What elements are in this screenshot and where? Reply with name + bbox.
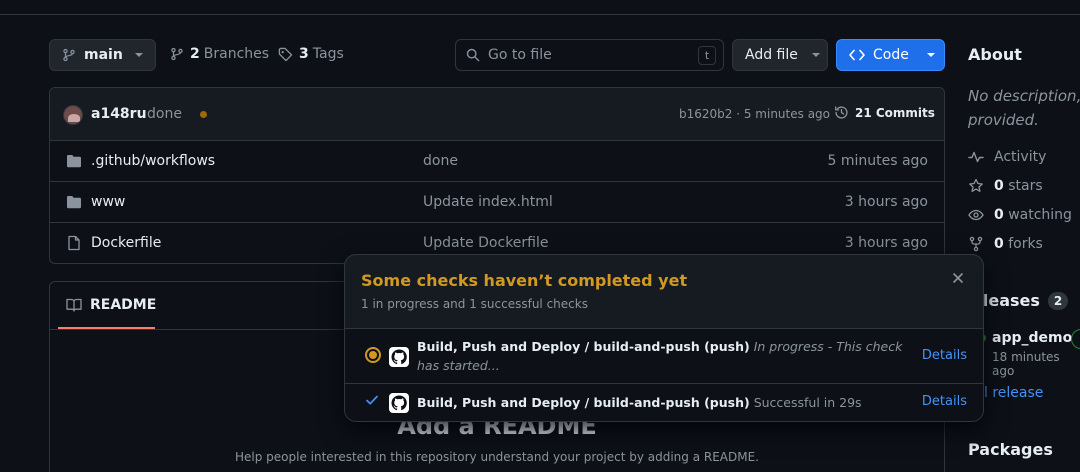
- branch-select-button[interactable]: main: [49, 39, 156, 71]
- activity-label: Activity: [994, 149, 1047, 165]
- keyboard-shortcut-hint: t: [698, 46, 716, 65]
- file-commit-message[interactable]: Update index.html: [423, 194, 553, 210]
- file-commit-message[interactable]: done: [423, 153, 458, 169]
- check-run-text: Build, Push and Deploy / build-and-push …: [417, 393, 907, 412]
- commit-hash-time[interactable]: b1620b2 · 5 minutes ago: [679, 107, 830, 121]
- add-readme-description: Help people interested in this repositor…: [234, 450, 759, 464]
- checks-popup-title: Some checks haven’t completed yet: [361, 271, 688, 290]
- latest-release-badge: [1071, 329, 1080, 349]
- folder-icon: [67, 196, 81, 209]
- go-to-file-search[interactable]: Go to file t: [455, 39, 724, 71]
- search-placeholder: Go to file: [488, 47, 552, 63]
- watching-link[interactable]: 0 watching: [968, 207, 1072, 223]
- file-commit-time: 3 hours ago: [844, 235, 928, 251]
- check-details-link[interactable]: Details: [922, 348, 967, 363]
- forks-count: 0: [994, 236, 1004, 252]
- check-icon: [365, 393, 379, 411]
- branches-label: Branches: [203, 46, 270, 62]
- pulse-icon: [968, 151, 984, 163]
- file-name[interactable]: Dockerfile: [91, 235, 161, 251]
- code-button[interactable]: Code: [836, 39, 945, 71]
- latest-commit-bar: a148ru done b1620b2 · 5 minutes ago 21 C…: [50, 88, 944, 141]
- file-icon: [68, 235, 80, 251]
- eye-icon: [968, 209, 984, 221]
- tags-label: Tags: [312, 46, 344, 62]
- book-icon: [66, 298, 82, 312]
- fork-icon: [969, 236, 983, 252]
- stars-link[interactable]: 0 stars: [968, 178, 1043, 194]
- check-run-status: Successful in 29s: [753, 395, 862, 410]
- commit-status-dot[interactable]: [200, 111, 207, 118]
- header-divider: [0, 14, 1080, 15]
- checks-status-popup: Some checks haven’t completed yet 1 in p…: [344, 254, 984, 422]
- star-icon: [969, 178, 983, 192]
- github-actions-logo-icon: [389, 393, 409, 413]
- chevron-down-icon: [926, 53, 935, 57]
- watching-label: watching: [1008, 207, 1072, 223]
- file-name[interactable]: www: [91, 194, 125, 210]
- check-run-row: Build, Push and Deploy / build-and-push …: [345, 328, 983, 384]
- in-progress-icon: [365, 347, 381, 363]
- close-icon[interactable]: [949, 269, 967, 287]
- code-icon: [849, 49, 865, 61]
- latest-release-time: 18 minutes ago: [992, 350, 1060, 378]
- latest-release-name[interactable]: app_demo: [992, 330, 1072, 346]
- check-run-name: Build, Push and Deploy / build-and-push …: [417, 339, 750, 354]
- activity-link[interactable]: Activity: [968, 149, 1046, 165]
- add-file-label: Add file: [745, 47, 798, 63]
- tags-count: 3: [299, 46, 309, 62]
- commits-count: 21 Commits: [855, 105, 935, 120]
- repo-file-list: a148ru done b1620b2 · 5 minutes ago 21 C…: [49, 87, 945, 264]
- branch-name: main: [84, 47, 123, 63]
- avatar[interactable]: [63, 105, 83, 125]
- stars-count: 0: [994, 178, 1004, 194]
- releases-heading[interactable]: eleases 2: [972, 291, 1069, 310]
- file-commit-time: 5 minutes ago: [827, 153, 928, 169]
- code-label: Code: [873, 47, 909, 63]
- tags-link[interactable]: 3 Tags: [278, 46, 344, 62]
- check-run-name: Build, Push and Deploy / build-and-push …: [417, 395, 750, 410]
- history-icon: [835, 106, 848, 119]
- chevron-down-icon: [811, 53, 820, 57]
- readme-tab-label: README: [90, 297, 157, 313]
- git-branch-icon: [171, 47, 183, 61]
- git-branch-icon: [63, 48, 75, 62]
- file-commit-time: 3 hours ago: [844, 194, 928, 210]
- check-run-row: Build, Push and Deploy / build-and-push …: [345, 383, 983, 421]
- readme-tab[interactable]: README: [66, 297, 156, 313]
- add-file-button[interactable]: Add file: [732, 39, 828, 71]
- about-description: No description, provided.: [968, 87, 1080, 129]
- packages-heading[interactable]: Packages: [968, 440, 1053, 459]
- file-commit-message[interactable]: Update Dockerfile: [423, 235, 549, 251]
- watching-count: 0: [994, 207, 1004, 223]
- forks-label: forks: [1008, 236, 1043, 252]
- file-row[interactable]: www Update index.html 3 hours ago: [50, 182, 944, 223]
- file-name[interactable]: .github/workflows: [91, 153, 215, 169]
- search-icon: [466, 48, 480, 62]
- github-actions-logo-icon: [389, 347, 409, 367]
- releases-count-badge: 2: [1047, 291, 1069, 310]
- chevron-down-icon: [134, 53, 143, 57]
- commit-message[interactable]: done: [147, 106, 182, 122]
- commit-author[interactable]: a148ru: [91, 106, 147, 122]
- forks-link[interactable]: 0 forks: [968, 236, 1043, 252]
- branches-count: 2: [190, 46, 200, 62]
- check-details-link[interactable]: Details: [922, 394, 967, 409]
- file-row[interactable]: .github/workflows done 5 minutes ago: [50, 141, 944, 182]
- stars-label: stars: [1008, 178, 1043, 194]
- check-run-text: Build, Push and Deploy / build-and-push …: [417, 337, 907, 375]
- branches-link[interactable]: 2 Branches: [170, 46, 269, 62]
- folder-icon: [67, 155, 81, 168]
- about-heading: About: [968, 45, 1022, 64]
- commits-history-link[interactable]: 21 Commits: [834, 105, 935, 120]
- all-releases-link[interactable]: l release: [984, 385, 1043, 401]
- checks-popup-subtitle: 1 in progress and 1 successful checks: [361, 297, 588, 311]
- tag-icon: [278, 47, 293, 61]
